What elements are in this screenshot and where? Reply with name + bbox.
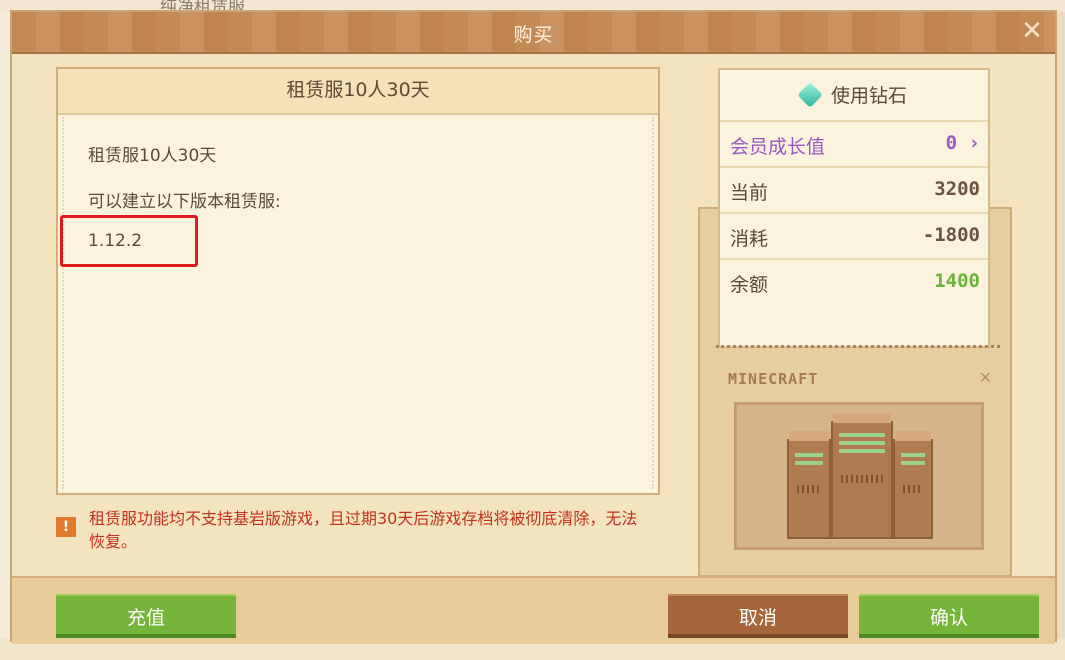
diamond-card: 使用钻石 会员成长值 0 › 当前 3200 消耗 -1800 余额 1400 xyxy=(718,68,990,348)
minecraft-server-illustration: MINECRAFT ✕ xyxy=(726,368,996,552)
versions-label: 可以建立以下版本租赁服: xyxy=(88,192,281,212)
member-growth-value: 0 › xyxy=(945,132,980,154)
current-row: 当前 3200 xyxy=(720,166,988,212)
member-growth-row[interactable]: 会员成长值 0 › xyxy=(720,120,988,166)
background-left-edge xyxy=(0,0,10,660)
warning-text: 租赁服功能均不支持基岩版游戏，且过期30天后游戏存档将被彻底清除，无法恢复。 xyxy=(89,509,638,551)
dialog-title: 购买 xyxy=(513,24,554,46)
warning-icon: ! xyxy=(56,517,76,537)
creeper-icon: ✕ xyxy=(978,368,992,387)
card-dashed-edge xyxy=(716,345,1000,358)
confirm-button[interactable]: 确认 xyxy=(859,594,1039,638)
version-highlight-box xyxy=(60,215,198,267)
product-panel: 租赁服10人30天 租赁服10人30天 可以建立以下版本租赁服: 1.12.2 xyxy=(56,67,660,495)
close-x-icon[interactable]: ✕ xyxy=(1019,18,1045,44)
cost-row: 消耗 -1800 xyxy=(720,212,988,258)
cost-label: 消耗 xyxy=(730,228,769,250)
server-image xyxy=(734,402,984,550)
product-header: 租赁服10人30天 xyxy=(58,69,658,115)
minecraft-logo: MINECRAFT xyxy=(728,370,819,388)
balance-label: 余额 xyxy=(730,274,769,296)
current-label: 当前 xyxy=(730,182,769,204)
server-rack-right xyxy=(893,431,933,539)
purchase-dialog: 购买 ✕ 租赁服10人30天 租赁服10人30天 可以建立以下版本租赁服: 1.… xyxy=(10,10,1057,644)
recharge-button[interactable]: 充值 xyxy=(56,594,236,638)
balance-value: 1400 xyxy=(934,270,980,292)
product-name: 租赁服10人30天 xyxy=(88,146,217,166)
diamond-header-label: 使用钻石 xyxy=(830,85,907,107)
diamond-header: 使用钻石 xyxy=(720,70,988,120)
server-rack-center xyxy=(831,413,893,539)
server-rack-left xyxy=(787,431,831,539)
dialog-footer: 充值 取消 确认 xyxy=(12,576,1055,644)
balance-row: 余额 1400 xyxy=(720,258,988,304)
diamond-icon xyxy=(797,82,823,108)
dialog-titlebar: 购买 ✕ xyxy=(12,12,1055,54)
chevron-right-icon: › xyxy=(968,132,980,154)
member-growth-label: 会员成长值 xyxy=(730,136,826,158)
cost-value: -1800 xyxy=(922,224,980,246)
current-value: 3200 xyxy=(934,178,980,200)
product-body: 租赁服10人30天 可以建立以下版本租赁服: 1.12.2 xyxy=(60,117,654,489)
cancel-button[interactable]: 取消 xyxy=(668,594,848,638)
